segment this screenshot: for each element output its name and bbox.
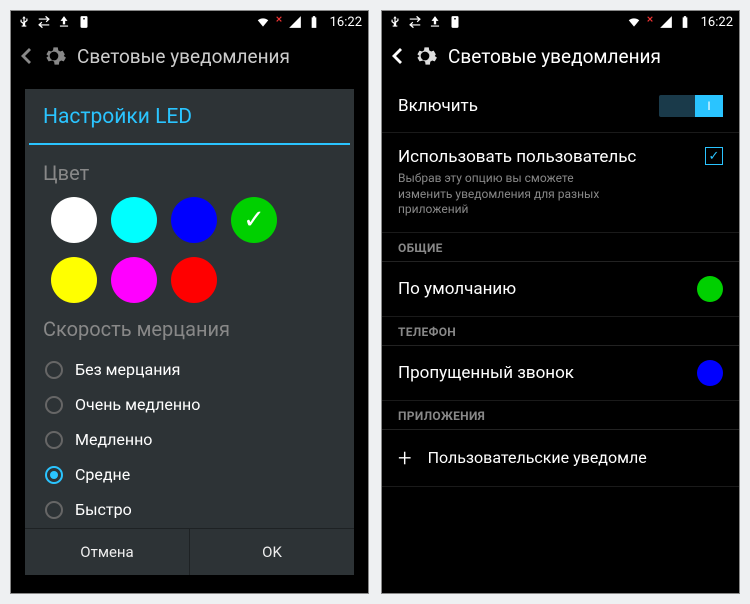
wifi-icon: [256, 15, 270, 29]
speed-option-label: Очень медленно: [75, 395, 200, 414]
section-phone: ТЕЛЕФОН: [382, 317, 739, 346]
enable-row[interactable]: Включить I: [382, 79, 739, 133]
default-row[interactable]: По умолчанию: [382, 262, 739, 317]
speed-option[interactable]: Быстро: [43, 493, 336, 526]
signal-icon: [659, 15, 673, 29]
custom-row[interactable]: Использовать пользовательс Выбрав эту оп…: [382, 133, 739, 233]
section-apps: ПРИЛОЖЕНИЯ: [382, 401, 739, 430]
speed-option[interactable]: Очень медленно: [43, 388, 336, 421]
download-icon: [428, 15, 442, 29]
speed-option-label: Средне: [75, 465, 130, 484]
plus-icon: +: [398, 444, 412, 472]
missed-call-color-dot: [697, 360, 723, 386]
dialog-title: Настройки LED: [25, 89, 354, 143]
section-general: ОБЩИЕ: [382, 233, 739, 262]
speed-radio-group: Без мерцания Очень медленно Медленно Средне…: [43, 353, 336, 526]
color-section-label: Цвет: [43, 161, 336, 185]
radio-icon: [45, 361, 63, 379]
custom-subtitle: Выбрав эту опцию вы сможете изменить уве…: [398, 171, 628, 218]
back-icon: [21, 48, 31, 64]
default-color-dot: [697, 276, 723, 302]
gear-icon: [41, 43, 67, 69]
status-clock: 16:22: [701, 15, 733, 30]
speed-option[interactable]: Средне: [43, 458, 336, 491]
color-swatch-white[interactable]: [51, 197, 97, 243]
color-grid: ✓: [43, 197, 336, 303]
phone-right: 16:22 Световые уведомления Включить I Ис…: [381, 10, 740, 594]
app-header[interactable]: Световые уведомления: [382, 33, 739, 79]
dialog-actions: Отмена OK: [25, 528, 354, 575]
missed-call-row[interactable]: Пропущенный звонок: [382, 346, 739, 401]
led-settings-dialog: Настройки LED Цвет ✓ Скорость мерцания Б…: [25, 89, 354, 575]
ok-button[interactable]: OK: [190, 529, 354, 575]
speed-option[interactable]: Медленно: [43, 423, 336, 456]
status-bar: 16:22: [11, 11, 368, 33]
color-swatch-yellow[interactable]: [51, 257, 97, 303]
add-custom-label: Пользовательские уведомле: [428, 448, 647, 467]
no-sim-icon: [646, 15, 654, 29]
speed-option-label: Медленно: [75, 430, 152, 449]
sync-icon: [408, 15, 422, 29]
signal-icon: [288, 15, 302, 29]
gear-icon: [412, 43, 438, 69]
speed-section-label: Скорость мерцания: [43, 317, 336, 341]
color-swatch-red[interactable]: [171, 257, 217, 303]
default-label: По умолчанию: [398, 279, 697, 299]
wifi-icon: [627, 15, 641, 29]
battery-icon: [307, 15, 321, 29]
clipboard-icon: [77, 15, 91, 29]
status-bar: 16:22: [382, 11, 739, 33]
custom-title: Использовать пользовательс: [398, 147, 705, 167]
no-sim-icon: [275, 15, 283, 29]
checkmark-icon: ✓: [231, 197, 277, 243]
enable-label: Включить: [398, 96, 659, 116]
color-swatch-green[interactable]: ✓: [231, 197, 277, 243]
enable-toggle[interactable]: I: [659, 95, 723, 117]
custom-checkbox[interactable]: ✓: [705, 147, 723, 165]
app-header[interactable]: Световые уведомления: [11, 33, 368, 79]
header-title: Световые уведомления: [448, 45, 661, 68]
color-swatch-magenta[interactable]: [111, 257, 157, 303]
add-custom-row[interactable]: + Пользовательские уведомле: [382, 430, 739, 487]
usb-icon: [17, 15, 31, 29]
phone-left: 16:22 Световые уведомления Настройки LED…: [10, 10, 369, 594]
header-title: Световые уведомления: [77, 45, 290, 68]
clipboard-icon: [448, 15, 462, 29]
radio-icon: [45, 501, 63, 519]
cancel-button[interactable]: Отмена: [25, 529, 190, 575]
missed-call-label: Пропущенный звонок: [398, 363, 697, 383]
speed-option[interactable]: Без мерцания: [43, 353, 336, 386]
speed-option-label: Без мерцания: [75, 360, 180, 379]
status-clock: 16:22: [330, 15, 362, 30]
back-icon: [392, 48, 402, 64]
radio-icon: [45, 431, 63, 449]
radio-icon: [45, 396, 63, 414]
speed-option-label: Быстро: [75, 500, 132, 519]
download-icon: [57, 15, 71, 29]
usb-icon: [388, 15, 402, 29]
color-swatch-blue[interactable]: [171, 197, 217, 243]
battery-icon: [678, 15, 692, 29]
color-swatch-cyan[interactable]: [111, 197, 157, 243]
sync-icon: [37, 15, 51, 29]
radio-icon: [45, 466, 63, 484]
